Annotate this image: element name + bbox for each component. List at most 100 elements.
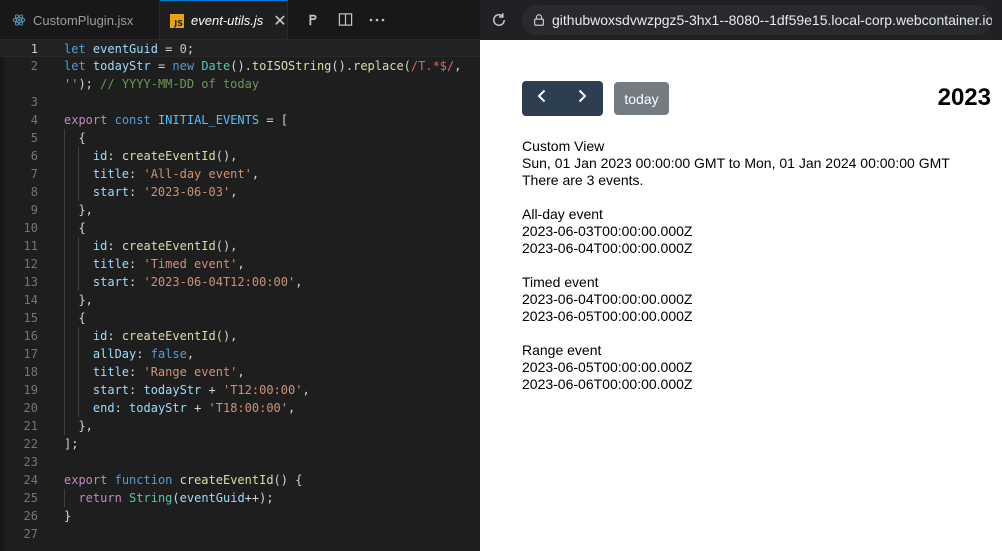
code-line[interactable]: 14 }, <box>0 291 480 309</box>
code-editor[interactable]: 1 let eventGuid = 0; 2 let todayStr = new D… <box>0 39 480 551</box>
code-line[interactable]: 1 let eventGuid = 0; <box>0 39 480 57</box>
code-line[interactable]: 17 allDay: false, <box>0 345 480 363</box>
reload-icon[interactable] <box>490 11 508 29</box>
code-line[interactable]: 2 let todayStr = new Date().toISOString()… <box>0 57 480 75</box>
code-token: todayStr <box>129 401 187 415</box>
code-line[interactable]: 23 <box>0 453 480 471</box>
code-text: { <box>64 309 85 327</box>
code-line[interactable]: 24 export function createEventId() { <box>0 471 480 489</box>
tab-event-utils[interactable]: JS event-utils.js ✕ <box>160 0 288 40</box>
list-item: Range event 2023-06-05T00:00:00.000Z 202… <box>522 342 692 393</box>
line-number: 12 <box>23 257 38 271</box>
code-text: allDay: false, <box>64 345 194 363</box>
split-editor-icon[interactable] <box>336 11 354 29</box>
code-line[interactable]: 16 id: createEventId(), <box>0 327 480 345</box>
code-text: }, <box>64 291 92 309</box>
code-line[interactable]: 22]; <box>0 435 480 453</box>
view-name: Custom View <box>522 138 605 154</box>
code-line[interactable]: 18 title: 'Range event', <box>0 363 480 381</box>
code-line[interactable]: 10 { <box>0 219 480 237</box>
calendar-title: 2023 <box>937 84 991 111</box>
code-text: start: '2023-06-04T12:00:00', <box>64 273 303 291</box>
code-line[interactable]: 19 start: todayStr + 'T12:00:00', <box>0 381 480 399</box>
code-line[interactable]: 26} <box>0 507 480 525</box>
code-line[interactable]: 6 id: createEventId(), <box>0 147 480 165</box>
code-line[interactable]: 5 { <box>0 129 480 147</box>
code-text: export const INITIAL_EVENTS = [ <box>64 111 288 129</box>
code-token: function <box>114 473 173 487</box>
line-number: 25 <box>23 491 38 505</box>
code-token: const <box>114 113 151 127</box>
site-info-icon[interactable] <box>532 13 546 27</box>
prev-button[interactable] <box>522 81 562 116</box>
code-line[interactable]: 4 export const INITIAL_EVENTS = [ <box>0 111 480 129</box>
close-icon[interactable]: ✕ <box>273 11 286 31</box>
code-token: = <box>157 42 180 56</box>
tab-custom-plugin[interactable]: CustomPlugin.jsx <box>0 0 160 40</box>
code-text: return String(eventGuid++); <box>64 489 274 507</box>
code-text: let todayStr = new Date().toISOString().… <box>64 57 462 75</box>
code-line[interactable]: 20 end: todayStr + 'T18:00:00', <box>0 399 480 417</box>
code-token: : <box>129 383 144 397</box>
date-range: Sun, 01 Jan 2023 00:00:00 GMT to Mon, 01… <box>522 155 950 171</box>
indent-guide <box>64 489 65 507</box>
js-file-icon: JS <box>170 13 184 28</box>
code-token: 'All-day event' <box>143 167 252 181</box>
code-token: /T.*$/ <box>410 59 455 73</box>
code-line[interactable]: 25 return String(eventGuid++); <box>0 489 480 507</box>
line-number: 16 <box>23 329 38 343</box>
code-token: '' <box>64 77 79 91</box>
code-token: eventGuid <box>179 491 245 505</box>
next-button[interactable] <box>562 81 602 116</box>
code-text: start: todayStr + 'T12:00:00', <box>64 381 310 399</box>
event-start: 2023-06-05T00:00:00.000Z <box>522 359 693 375</box>
code-line[interactable]: 11 id: createEventId(), <box>0 237 480 255</box>
code-line[interactable]: ''); // YYYY-MM-DD of today <box>0 75 480 93</box>
code-token: : <box>129 365 144 379</box>
code-token: }, <box>64 419 93 433</box>
code-text: id: createEventId(), <box>64 147 238 165</box>
code-token: : <box>136 347 151 361</box>
code-text: export function createEventId() { <box>64 471 302 489</box>
indent-guide <box>78 237 80 291</box>
today-button[interactable]: today <box>614 82 669 115</box>
code-token: (), <box>215 239 238 253</box>
code-line[interactable]: 9 }, <box>0 201 480 219</box>
code-line[interactable]: 7 title: 'All-day event', <box>0 165 480 183</box>
code-line[interactable]: 3 <box>0 93 480 111</box>
code-token: 'T12:00:00' <box>222 383 303 397</box>
code-line[interactable]: 13 start: '2023-06-04T12:00:00', <box>0 273 480 291</box>
code-line[interactable]: 15 { <box>0 309 480 327</box>
event-title: Timed event <box>522 274 599 290</box>
code-text: ]; <box>64 435 78 453</box>
code-line[interactable]: 27 <box>0 525 480 543</box>
code-line[interactable]: 21 }, <box>0 417 480 435</box>
git-compare-icon[interactable] <box>304 11 322 29</box>
code-token: ++); <box>244 491 274 505</box>
code-token: createEventId <box>121 329 216 343</box>
code-token: // YYYY-MM-DD of today <box>100 77 260 91</box>
code-token: title <box>92 365 130 379</box>
code-text: ''); // YYYY-MM-DD of today <box>64 75 259 93</box>
indent-guide <box>78 327 80 417</box>
code-line[interactable]: 8 start: '2023-06-03', <box>0 183 480 201</box>
code-token: toISOString <box>251 59 332 73</box>
preview-pane: today 2023 Custom View Sun, 01 Jan 2023 … <box>480 40 1002 551</box>
line-number: 5 <box>30 131 38 145</box>
more-actions-icon[interactable] <box>368 11 386 29</box>
address-bar[interactable]: githubwoxsdvwzpgz5-3hx1--8080--1df59e15.… <box>522 5 992 35</box>
code-token: ; <box>186 42 195 56</box>
code-token: : <box>107 239 122 253</box>
code-token: id <box>92 239 108 253</box>
line-number: 6 <box>30 149 38 163</box>
code-line[interactable]: 12 title: 'Timed event', <box>0 255 480 273</box>
indent-guide <box>64 129 65 435</box>
indent-guide <box>78 147 80 201</box>
line-number: 10 <box>23 221 38 235</box>
code-token: : <box>129 185 144 199</box>
event-title: Range event <box>522 342 602 358</box>
